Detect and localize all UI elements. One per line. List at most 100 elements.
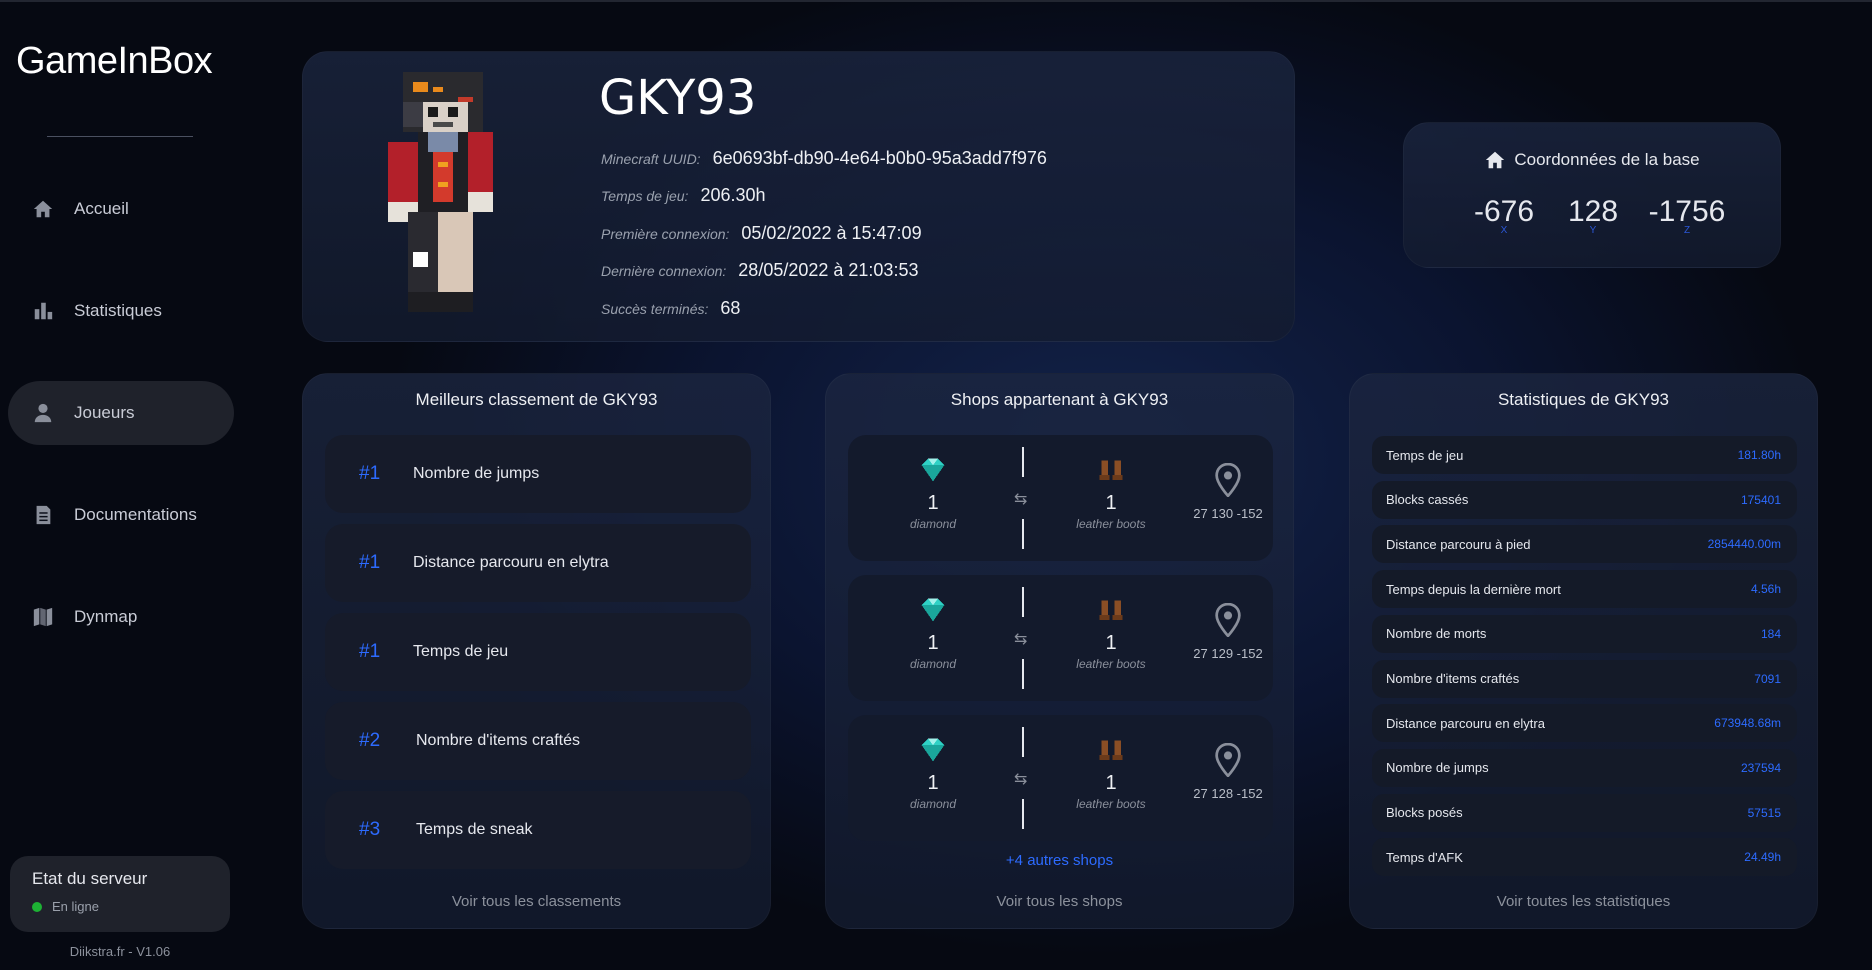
diamond-icon <box>921 458 945 482</box>
shop-buy-item: leather boots <box>1076 657 1146 671</box>
view-all-rankings-link[interactable]: Voir tous les classements <box>303 893 770 910</box>
view-all-statistics-link[interactable]: Voir toutes les statistiques <box>1350 893 1817 910</box>
stat-value: 4.56h <box>1750 582 1781 597</box>
shop-divider <box>1022 519 1024 549</box>
app-logo[interactable]: GameInBox <box>16 40 213 83</box>
ranking-label: Distance parcouru en elytra <box>413 554 609 571</box>
shop-location-text: 27 130 -152 <box>1193 506 1263 521</box>
shop-divider <box>1022 659 1024 689</box>
coord-x: -676 X <box>1464 195 1544 236</box>
statistics-panel: Statistiques de GKY93 Temps de jeu 181.80… <box>1349 373 1818 929</box>
rankings-title: Meilleurs classement de GKY93 <box>415 390 658 409</box>
location-pin-icon <box>1215 462 1241 498</box>
achievements-label: Succès terminés: <box>601 301 709 317</box>
shop-location: 27 130 -152 <box>1188 462 1268 521</box>
base-coordinates-label: Coordonnées de la base <box>1514 150 1700 169</box>
stat-label: Nombre de jumps <box>1386 760 1489 776</box>
home-icon <box>1486 151 1505 169</box>
stat-value: 673948.68m <box>1714 716 1781 731</box>
shops-title: Shops appartenant à GKY93 <box>950 390 1169 409</box>
sidebar-item-statistiques[interactable]: Statistiques <box>8 279 234 343</box>
ranking-item[interactable]: #1 Nombre de jumps <box>325 435 751 513</box>
stat-row: Distance parcouru en elytra 673948.68m <box>1372 704 1797 743</box>
sidebar-item-documentations[interactable]: Documentations <box>8 483 234 547</box>
ranking-item[interactable]: #2 Nombre d'items craftés <box>325 702 751 780</box>
coord-y-label: Y <box>1589 225 1597 236</box>
stat-value: 175401 <box>1740 492 1781 507</box>
ranking-position: #2 <box>359 730 381 751</box>
rankings-panel: Meilleurs classement de GKY93 #1 Nombre … <box>302 373 771 929</box>
diamond-icon <box>921 738 945 762</box>
stat-label: Distance parcouru en elytra <box>1386 715 1545 731</box>
shops-panel: Shops appartenant à GKY93 1 diamond ⇆ 1 … <box>825 373 1294 929</box>
first-connection-row: Première connexion: 05/02/2022 à 15:47:0… <box>601 223 922 244</box>
coord-y: 128 Y <box>1553 195 1633 236</box>
leather-boots-icon <box>1099 600 1123 620</box>
first-connection-label: Première connexion: <box>601 226 730 242</box>
stat-label: Temps depuis la dernière mort <box>1386 581 1561 597</box>
stat-label: Nombre d'items craftés <box>1386 671 1520 686</box>
shop-card[interactable]: 1 diamond ⇆ 1 leather boots 27 128 -152 <box>848 715 1273 841</box>
stat-label: Blocks posés <box>1386 805 1463 821</box>
uuid-value: 6e0693bf-db90-4e64-b0b0-95a3add7f976 <box>712 148 1047 168</box>
server-status-title: Etat du serveur <box>32 869 148 888</box>
playtime-label: Temps de jeu: <box>601 188 689 204</box>
sidebar-item-joueurs[interactable]: Joueurs <box>8 381 234 445</box>
server-status-box: Etat du serveur En ligne <box>10 856 230 932</box>
playtime-row: Temps de jeu: 206.30h <box>601 185 766 206</box>
ranking-label: Nombre d'items craftés <box>416 732 580 749</box>
shop-sell-qty: 1 <box>927 772 939 794</box>
shop-location-text: 27 129 -152 <box>1193 646 1263 661</box>
ranking-position: #1 <box>359 641 381 662</box>
stat-row: Nombre de morts 184 <box>1372 614 1797 653</box>
stat-row: Blocks posés 57515 <box>1372 793 1797 832</box>
stat-value: 184 <box>1760 626 1781 641</box>
player-name: GKY93 <box>599 70 757 126</box>
shop-sell: 1 diamond <box>878 597 988 671</box>
server-status-text: En ligne <box>52 899 99 914</box>
logo-divider <box>47 136 193 137</box>
stat-row: Nombre d'items craftés 7091 <box>1372 659 1797 698</box>
first-connection-value: 05/02/2022 à 15:47:09 <box>741 223 922 243</box>
sidebar-item-dynmap[interactable]: Dynmap <box>8 585 234 649</box>
shop-buy: 1 leather boots <box>1056 737 1166 811</box>
view-all-shops-link[interactable]: Voir tous les shops <box>826 893 1293 910</box>
statistics-title: Statistiques de GKY93 <box>1497 390 1670 409</box>
shop-buy: 1 leather boots <box>1056 457 1166 531</box>
coord-z: -1756 Z <box>1637 195 1737 236</box>
shop-divider <box>1022 587 1024 617</box>
ranking-position: #1 <box>359 463 381 484</box>
sidebar: GameInBox Accueil Statistiques Joueurs D… <box>0 0 240 970</box>
ranking-item[interactable]: #3 Temps de sneak <box>325 791 751 869</box>
stat-row: Temps d'AFK 24.49h <box>1372 838 1797 877</box>
shop-buy: 1 leather boots <box>1056 597 1166 671</box>
player-skin-image <box>388 72 493 312</box>
bar-chart-icon <box>34 302 53 320</box>
leather-boots-icon <box>1099 460 1123 480</box>
ranking-item[interactable]: #1 Temps de jeu <box>325 613 751 691</box>
last-connection-value: 28/05/2022 à 21:03:53 <box>738 260 919 280</box>
uuid-row: Minecraft UUID: 6e0693bf-db90-4e64-b0b0-… <box>601 148 1047 169</box>
ranking-item[interactable]: #1 Distance parcouru en elytra <box>325 524 751 602</box>
shop-sell-item: diamond <box>909 657 957 671</box>
shop-buy-qty: 1 <box>1105 772 1117 794</box>
sidebar-item-label: Dynmap <box>74 607 138 626</box>
stat-value: 7091 <box>1754 671 1781 686</box>
stat-label: Temps de jeu <box>1386 447 1464 463</box>
exchange-icon: ⇆ <box>1014 491 1028 508</box>
shop-sell: 1 diamond <box>878 737 988 811</box>
location-pin-icon <box>1215 742 1241 778</box>
shop-card[interactable]: 1 diamond ⇆ 1 leather boots 27 129 -152 <box>848 575 1273 701</box>
stat-value: 2854440.00m <box>1707 537 1781 552</box>
stat-value: 57515 <box>1747 805 1781 820</box>
stat-row: Blocks cassés 175401 <box>1372 480 1797 519</box>
base-coordinates-title: Coordonnées de la base <box>1404 149 1780 171</box>
more-shops-link[interactable]: +4 autres shops <box>826 852 1293 869</box>
sidebar-item-accueil[interactable]: Accueil <box>8 177 234 241</box>
shop-buy-item: leather boots <box>1076 797 1146 811</box>
stat-row: Nombre de jumps 237594 <box>1372 748 1797 787</box>
shop-sell-qty: 1 <box>927 632 939 654</box>
shop-card[interactable]: 1 diamond ⇆ 1 leather boots 27 130 -152 <box>848 435 1273 561</box>
sidebar-item-label: Documentations <box>74 505 197 524</box>
leather-boots-icon <box>1099 740 1123 760</box>
